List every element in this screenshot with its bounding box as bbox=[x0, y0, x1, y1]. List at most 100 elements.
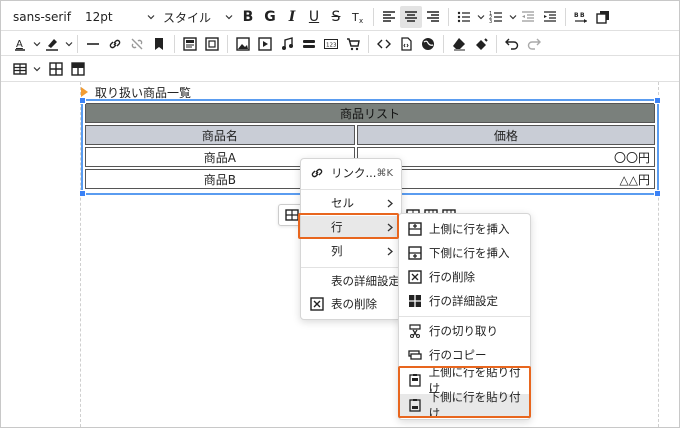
audio-button[interactable] bbox=[276, 33, 298, 55]
table-title-row: 商品リスト bbox=[85, 103, 655, 123]
menu-item-delete-table[interactable]: 表の削除 bbox=[301, 293, 401, 315]
menu-item-label: 表の削除 bbox=[331, 297, 377, 311]
globe-icon bbox=[422, 38, 434, 50]
source-button[interactable] bbox=[395, 33, 417, 55]
font-size-select[interactable]: 12pt bbox=[81, 6, 159, 28]
image-button[interactable] bbox=[232, 33, 254, 55]
resize-handle[interactable] bbox=[654, 190, 661, 197]
table-title-cell[interactable]: 商品リスト bbox=[85, 103, 655, 123]
resize-handle[interactable] bbox=[654, 97, 661, 104]
style-select[interactable]: スタイル bbox=[159, 6, 237, 28]
strikethrough-button[interactable]: S bbox=[325, 6, 347, 28]
redo-button[interactable] bbox=[523, 33, 545, 55]
align-right-button[interactable] bbox=[422, 6, 444, 28]
chevron-down-icon bbox=[225, 15, 233, 20]
align-center-icon bbox=[405, 11, 417, 22]
bullet-list-button[interactable] bbox=[453, 6, 475, 28]
cart-button[interactable] bbox=[342, 33, 364, 55]
chevron-right-icon bbox=[387, 223, 393, 231]
menu-item-copy-row[interactable]: 行のコピー bbox=[399, 344, 530, 366]
numbered-list-button[interactable]: 123 bbox=[485, 6, 507, 28]
table-header-button[interactable] bbox=[67, 58, 89, 80]
text-color-button[interactable]: A bbox=[9, 33, 31, 55]
menu-item-label: セル bbox=[331, 196, 354, 210]
eraser-button[interactable] bbox=[448, 33, 470, 55]
menu-separator bbox=[301, 189, 401, 190]
bold-label: B bbox=[242, 9, 254, 25]
link-button[interactable] bbox=[104, 33, 126, 55]
align-center-button[interactable] bbox=[400, 6, 422, 28]
bookmark-button[interactable] bbox=[148, 33, 170, 55]
chevron-down-icon[interactable] bbox=[477, 13, 485, 21]
font-size-value: 12pt bbox=[85, 10, 113, 24]
toolbar-row-2: A 123 bbox=[1, 31, 679, 57]
resize-handle[interactable] bbox=[79, 190, 86, 197]
horizontal-rule-button[interactable] bbox=[82, 33, 104, 55]
table-icon bbox=[285, 209, 299, 221]
header-cell-price[interactable]: 価格 bbox=[356, 125, 655, 145]
button-insert-button[interactable] bbox=[298, 33, 320, 55]
chevron-down-icon[interactable] bbox=[33, 65, 41, 73]
template-button[interactable] bbox=[179, 33, 201, 55]
underline-button[interactable]: U bbox=[303, 6, 325, 28]
menu-item-column[interactable]: 列 bbox=[301, 240, 401, 262]
media-icon bbox=[258, 37, 272, 51]
table-icon bbox=[13, 63, 27, 75]
menu-item-paste-row-below[interactable]: 下側に行を貼り付け bbox=[399, 390, 530, 420]
menu-item-row[interactable]: 行 bbox=[301, 216, 401, 238]
menu-item-label: 上側に行を挿入 bbox=[429, 222, 510, 236]
align-left-button[interactable] bbox=[378, 6, 400, 28]
code-button[interactable] bbox=[373, 33, 395, 55]
divider bbox=[443, 35, 444, 53]
page-margin-left bbox=[80, 82, 81, 427]
align-left-icon bbox=[383, 11, 395, 22]
chevron-down-icon[interactable] bbox=[509, 13, 517, 21]
font-family-select[interactable]: sans-serif bbox=[9, 6, 81, 28]
highlight-button[interactable] bbox=[41, 33, 63, 55]
copy-format-button[interactable] bbox=[592, 6, 614, 28]
fullscreen-button[interactable] bbox=[201, 33, 223, 55]
chevron-down-icon[interactable] bbox=[65, 40, 73, 48]
menu-item-paste-row-above[interactable]: 上側に行を貼り付け bbox=[399, 365, 530, 395]
menu-item-delete-row[interactable]: 行の削除 bbox=[399, 266, 530, 288]
unlink-button[interactable] bbox=[126, 33, 148, 55]
italic-button[interactable]: I bbox=[281, 6, 303, 28]
chevron-down-icon[interactable] bbox=[33, 40, 41, 48]
indent-button[interactable] bbox=[539, 6, 561, 28]
page-margin-right bbox=[658, 82, 659, 427]
resize-handle[interactable] bbox=[79, 97, 86, 104]
number-box-icon: 123 bbox=[324, 39, 338, 49]
table-grid-button[interactable] bbox=[45, 58, 67, 80]
style-value: スタイル bbox=[163, 10, 212, 25]
menu-item-link[interactable]: リンク... ⌘K bbox=[301, 162, 401, 184]
globe-button[interactable] bbox=[417, 33, 439, 55]
menu-item-insert-row-below[interactable]: 下側に行を挿入 bbox=[399, 242, 530, 264]
insert-row-above-icon bbox=[407, 221, 423, 237]
paint-button[interactable] bbox=[470, 33, 492, 55]
clear-format-button[interactable]: Tx bbox=[347, 6, 369, 28]
menu-item-insert-row-above[interactable]: 上側に行を挿入 bbox=[399, 218, 530, 240]
clear-format-icon: Tx bbox=[351, 11, 363, 24]
menu-item-table-props[interactable]: 表の詳細設定 bbox=[301, 270, 401, 292]
chevron-down-icon bbox=[147, 15, 155, 20]
svg-text:A: A bbox=[16, 39, 23, 50]
menu-item-label: 下側に行を貼り付け bbox=[428, 390, 521, 420]
direction-button[interactable]: BB bbox=[570, 6, 592, 28]
outdent-button[interactable] bbox=[517, 6, 539, 28]
toolbar-row-1: sans-serif 12pt スタイル B G I U S Tx 123 BB bbox=[1, 4, 679, 30]
divider bbox=[227, 35, 228, 53]
table-grid-icon bbox=[49, 62, 63, 76]
undo-button[interactable] bbox=[501, 33, 523, 55]
bold-button[interactable]: B bbox=[237, 6, 259, 28]
media-button[interactable] bbox=[254, 33, 276, 55]
menu-item-row-props[interactable]: 行の詳細設定 bbox=[399, 290, 530, 312]
header-cell-name[interactable]: 商品名 bbox=[85, 125, 355, 145]
number-field-button[interactable]: 123 bbox=[320, 33, 342, 55]
menu-item-cut-row[interactable]: 行の切り取り bbox=[399, 320, 530, 342]
button-icon bbox=[303, 40, 315, 48]
table-props-button[interactable] bbox=[283, 206, 301, 224]
table-caption[interactable]: 取り扱い商品一覧 bbox=[81, 84, 191, 100]
grammar-button[interactable]: G bbox=[259, 6, 281, 28]
menu-item-cell[interactable]: セル bbox=[301, 192, 401, 214]
table-insert-button[interactable] bbox=[9, 58, 31, 80]
